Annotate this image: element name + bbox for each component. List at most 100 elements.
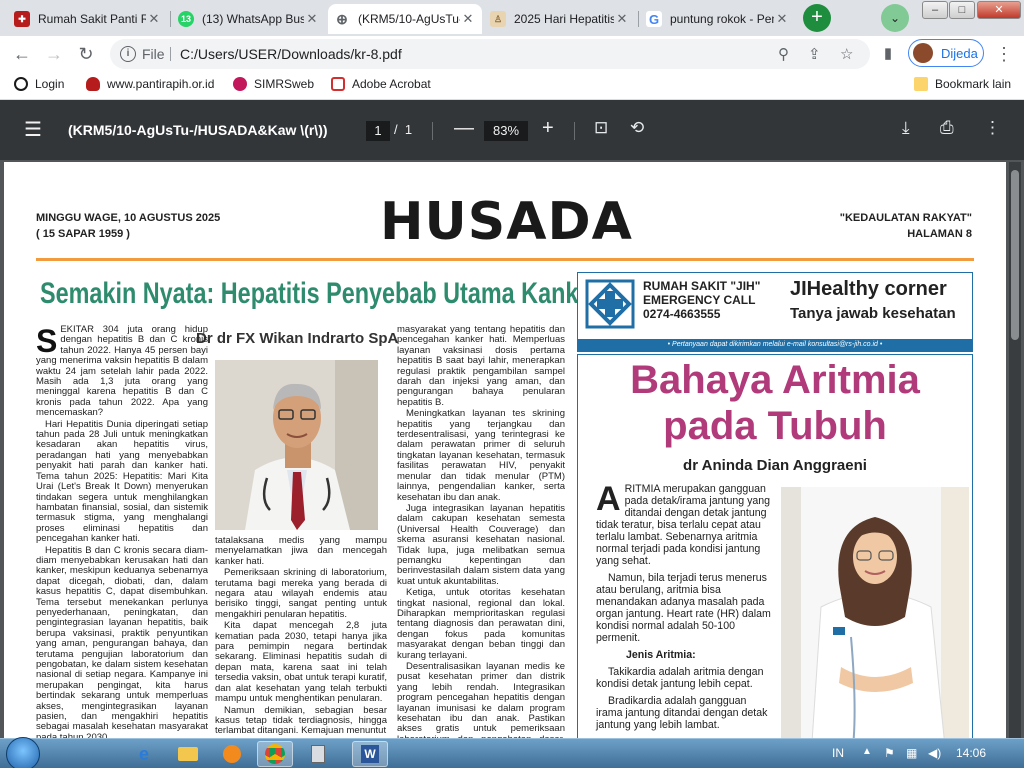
close-tab-icon[interactable]: ✕: [460, 11, 476, 27]
article-column-3: masyarakat yang tentang hepatitis dan pe…: [397, 325, 565, 738]
bookmark-login[interactable]: Login: [14, 77, 64, 91]
tab-rumah-sakit[interactable]: ✚ Rumah Sakit Panti Rapih ✕: [8, 4, 168, 34]
zoom-out-button[interactable]: —: [454, 117, 474, 140]
article-author: Dr dr FX Wikan Indrarto SpA: [196, 330, 399, 347]
show-hidden-icons[interactable]: ▲: [862, 746, 872, 757]
reload-button[interactable]: ↻: [72, 40, 100, 68]
profile-button[interactable]: Dijeda: [908, 39, 984, 67]
paragraph: Namun demikian, sebagian besar kasus tet…: [215, 704, 387, 737]
maximize-button[interactable]: □: [949, 1, 975, 19]
pdf-toolbar: ☰ (KRM5/10-AgUsTu-/HUSADA&Kaw \(r\)) 1 /…: [0, 100, 1024, 160]
pdf-menu-icon[interactable]: ☰: [24, 120, 42, 140]
site-info-icon[interactable]: i: [120, 46, 136, 62]
media-player-icon: [223, 745, 241, 763]
tab-google-search[interactable]: G puntung rokok - Penelusuran ✕: [640, 4, 796, 34]
hospital-favicon-icon: ✚: [14, 11, 30, 27]
bookmark-label: SIMRSweb: [254, 77, 315, 91]
page-separator: /: [394, 122, 398, 137]
bookmark-star-icon[interactable]: ☆: [840, 45, 853, 63]
emergency-label: EMERGENCY CALL: [643, 293, 756, 307]
more-vertical-icon: ⋮: [995, 44, 1013, 64]
close-tab-icon[interactable]: ✕: [304, 11, 320, 27]
action-center-icon[interactable]: ⚑: [884, 746, 895, 760]
new-tab-button[interactable]: +: [803, 4, 831, 32]
close-window-button[interactable]: ✕: [977, 1, 1021, 19]
paragraph: Pemeriksaan skrining di laboratorium, te…: [215, 567, 387, 620]
paragraph: Kita dapat mencegah 2,8 juta kematian pa…: [215, 620, 387, 705]
fit-page-icon[interactable]: ⊡: [594, 118, 608, 138]
issue-date: MINGGU WAGE, 10 AGUSTUS 2025 ( 15 SAPAR …: [36, 210, 220, 242]
network-icon[interactable]: ▦: [906, 746, 917, 760]
file-explorer-taskbar-icon[interactable]: [170, 741, 206, 767]
forward-button[interactable]: →: [40, 40, 68, 68]
page-number-input[interactable]: 1: [366, 121, 390, 141]
start-button[interactable]: [6, 737, 40, 768]
tab-hari-hepatitis[interactable]: ♙ 2025 Hari Hepatitis ✕: [484, 4, 636, 34]
tab-search-button[interactable]: ⌄: [881, 4, 909, 32]
scrollbar-thumb[interactable]: [1011, 170, 1019, 340]
print-icon[interactable]: ⎙: [940, 118, 954, 138]
language-indicator[interactable]: IN: [832, 746, 844, 760]
close-tab-icon[interactable]: ✕: [614, 11, 630, 27]
side-panel-button[interactable]: ▮: [874, 40, 902, 68]
doctor-photo-illustration: [781, 487, 969, 738]
chrome-taskbar-icon[interactable]: [257, 741, 293, 767]
paragraph: Ketiga, untuk otoritas kesehatan tingkat…: [397, 587, 565, 661]
clock[interactable]: 14:06: [956, 746, 986, 760]
minimize-button[interactable]: –: [922, 1, 948, 19]
toolbar-divider: [574, 122, 575, 140]
bookmarks-bar: Login www.pantirapih.or.id SIMRSweb Adob…: [0, 71, 1024, 100]
paragraph: Desentralisasikan layanan medis ke pusat…: [397, 661, 565, 738]
folder-icon: [178, 747, 198, 761]
pdf-page: MINGGU WAGE, 10 AGUSTUS 2025 ( 15 SAPAR …: [4, 162, 1006, 738]
bookmark-adobe-acrobat[interactable]: Adobe Acrobat: [331, 77, 431, 91]
jih-ad-banner: RUMAH SAKIT "JIH" EMERGENCY CALL 0274-46…: [577, 272, 973, 352]
volume-icon[interactable]: ◀): [928, 746, 941, 760]
back-button[interactable]: ←: [8, 40, 36, 68]
pdf-scrollbar[interactable]: [1009, 162, 1021, 738]
paragraph: Namun, bila terjadi terus menerus atau b…: [596, 572, 771, 644]
word-taskbar-icon[interactable]: W: [352, 741, 388, 767]
url-text[interactable]: C:/Users/USER/Downloads/kr-8.pdf: [180, 46, 402, 62]
profile-name: Dijeda: [941, 46, 978, 61]
media-player-taskbar-icon[interactable]: [214, 741, 250, 767]
paragraph-text: RITMIA merupakan gangguan pada detak/ira…: [596, 483, 771, 567]
calculator-taskbar-icon[interactable]: [300, 741, 336, 767]
aritmia-title-line-2: pada Tubuh: [663, 404, 887, 448]
pdf-document-title: (KRM5/10-AgUsTu-/HUSADA&Kaw \(r\)): [68, 122, 328, 138]
tab-title: Rumah Sakit Panti Rapih: [38, 12, 146, 26]
pdf-viewport[interactable]: MINGGU WAGE, 10 AGUSTUS 2025 ( 15 SAPAR …: [0, 160, 1024, 738]
internet-explorer-taskbar-icon[interactable]: e: [126, 741, 162, 767]
toolbar-divider: [432, 122, 433, 140]
scheme-label: File: [142, 46, 165, 62]
zoom-in-button[interactable]: +: [542, 117, 554, 140]
drop-cap: A: [596, 480, 621, 518]
tab-title: 2025 Hari Hepatitis: [514, 12, 614, 26]
bookmark-pantirapih[interactable]: www.pantirapih.or.id: [86, 77, 214, 91]
page-total: / 1: [394, 122, 412, 137]
tab-pdf-active[interactable]: ⊕ (KRM5/10-AgUsTu-/HUSADA ✕: [328, 4, 482, 34]
share-icon[interactable]: ⇪: [808, 45, 821, 63]
tab-whatsapp[interactable]: 13 (13) WhatsApp Business ✕: [172, 4, 326, 34]
rotate-icon[interactable]: ⟲: [630, 118, 644, 138]
paper-info: "KEDAULATAN RAKYAT" HALAMAN 8: [840, 210, 972, 242]
page-count: 1: [404, 122, 413, 137]
more-actions-icon[interactable]: ⋮: [984, 118, 1001, 138]
login-icon: [14, 77, 28, 91]
bookmark-label: www.pantirapih.or.id: [107, 77, 215, 91]
zoom-level-input[interactable]: 83%: [484, 121, 528, 141]
bookmark-label: Bookmark lain: [935, 77, 1012, 91]
other-bookmarks[interactable]: Bookmark lain: [914, 77, 1011, 91]
zoom-lens-icon[interactable]: ⚲: [778, 45, 789, 63]
browser-toolbar: ← → ↻ i File C:/Users/USER/Downloads/kr-…: [0, 36, 1024, 71]
close-tab-icon[interactable]: ✕: [774, 11, 790, 27]
page-label: HALAMAN 8: [907, 228, 972, 240]
bookmark-simrsweb[interactable]: SIMRSweb: [233, 77, 314, 91]
browser-menu-button[interactable]: ⋮: [990, 40, 1018, 68]
paragraph: Meningkatkan layanan tes skrining hepati…: [397, 408, 565, 503]
close-tab-icon[interactable]: ✕: [146, 11, 162, 27]
download-icon[interactable]: ⤓: [902, 118, 910, 138]
paragraph: Juga integrasikan layanan hepatitis dala…: [397, 502, 565, 587]
address-bar[interactable]: i File C:/Users/USER/Downloads/kr-8.pdf …: [110, 39, 870, 69]
acrobat-icon: [331, 77, 345, 91]
